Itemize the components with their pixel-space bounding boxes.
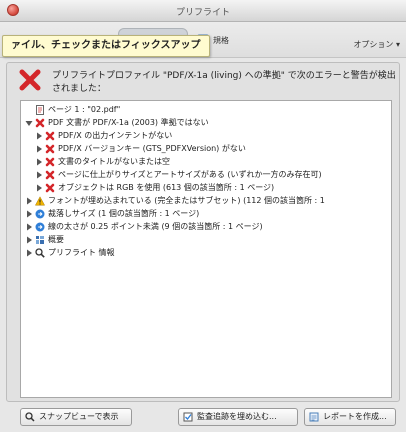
info-icon [35,209,45,219]
tree-row[interactable]: 線の太さが 0.25 ポイント未満 (9 個の該当箇所 : 1 ページ) [21,220,391,234]
tree-row[interactable]: PDF/X の出力インテントがない [21,129,391,143]
disclosure-collapsed-icon[interactable] [35,158,43,166]
tree-row-label: ページに仕上がりサイズとアートサイズがある (いずれか一方のみ存在可) [58,170,322,179]
tree-row[interactable]: フォントが埋め込まれている (完全またはサブセット) (112 個の該当箇所 :… [21,194,391,208]
tree-row-label: 裁落しサイズ (1 個の該当箇所 : 1 ページ) [48,209,200,218]
create-report-button[interactable]: レポートを作成... [304,408,396,426]
page-icon [36,105,44,115]
tree-row[interactable]: PDF/X バージョンキー (GTS_PDFXVersion) がない [21,142,391,156]
results-tree[interactable]: ページ 1 : "02.pdf" PDF 文書が PDF/X-1a (2003) … [20,100,392,398]
disclosure-collapsed-icon[interactable] [25,210,33,218]
overview-icon [36,236,44,244]
snap-view-button[interactable]: スナップビューで表示 [20,408,132,426]
tree-row[interactable]: プリフライト 情報 [21,246,391,260]
title-bar: プリフライト [0,0,406,22]
tree-row-label: PDF/X バージョンキー (GTS_PDFXVersion) がない [58,144,246,153]
tooltip: ァイル、チェックまたはフィックスアップ [2,35,210,57]
disclosure-collapsed-icon[interactable] [35,171,43,179]
error-icon [35,118,45,128]
disclosure-collapsed-icon[interactable] [35,184,43,192]
tree-row[interactable]: ページに仕上がりサイズとアートサイズがある (いずれか一方のみ存在可) [21,168,391,182]
disclosure-collapsed-icon[interactable] [25,223,33,231]
options-menu[interactable]: オプション ▾ [353,39,400,50]
tree-row-label: PDF 文書が PDF/X-1a (2003) 準拠ではない [48,118,209,127]
error-icon [45,170,55,180]
tree-row[interactable]: 文書のタイトルがないまたは空 [21,155,391,169]
tree-row-label: PDF/X の出力インテントがない [58,131,173,140]
info-icon [35,222,45,232]
disclosure-collapsed-icon[interactable] [35,145,43,153]
report-icon [309,412,319,422]
tree-row-label: 概要 [48,235,64,244]
tree-row-label: フォントが埋め込まれている (完全またはサブセット) (112 個の該当箇所 :… [48,196,325,205]
create-report-label: レポートを作成... [323,412,387,421]
tree-row-label: ページ 1 : "02.pdf" [48,105,121,114]
window-title: プリフライト [175,8,230,18]
toolbar: 規格 オプション ▾ ァイル、チェックまたはフィックスアップ [0,22,406,58]
preflight-info-icon [35,248,45,258]
tree-row[interactable]: PDF 文書が PDF/X-1a (2003) 準拠ではない [21,116,391,130]
snap-view-label: スナップビューで表示 [39,412,119,421]
tree-row[interactable]: ページ 1 : "02.pdf" [21,103,391,117]
audit-icon [183,412,193,422]
error-summary-icon [19,69,41,91]
embed-audit-button[interactable]: 監査追跡を埋め込む... [178,408,298,426]
tree-row[interactable]: 概要 [21,233,391,247]
summary-message: プリフライトプロファイル "PDF/X-1a (living) への準拠" で次… [52,71,396,94]
tree-row-label: プリフライト 情報 [48,248,115,257]
disclosure-collapsed-icon[interactable] [35,132,43,140]
magnifier-icon [25,412,35,422]
embed-audit-label: 監査追跡を埋め込む... [197,412,277,421]
tab-spec[interactable]: 規格 [213,35,229,46]
error-icon [45,157,55,167]
disclosure-expanded-icon[interactable] [25,119,33,127]
error-icon [45,183,55,193]
error-icon [45,144,55,154]
warning-icon [35,196,45,206]
tree-row-label: オブジェクトは RGB を使用 (613 個の該当箇所 : 1 ページ) [58,183,275,192]
disclosure-collapsed-icon[interactable] [25,236,33,244]
disclosure-collapsed-icon[interactable] [25,197,33,205]
tree-row-label: 文書のタイトルがないまたは空 [58,157,170,166]
tree-row-label: 線の太さが 0.25 ポイント未満 (9 個の該当箇所 : 1 ページ) [48,222,263,231]
tree-row[interactable]: オブジェクトは RGB を使用 (613 個の該当箇所 : 1 ページ) [21,181,391,195]
error-icon [45,131,55,141]
disclosure-collapsed-icon[interactable] [25,249,33,257]
tree-row[interactable]: 裁落しサイズ (1 個の該当箇所 : 1 ページ) [21,207,391,221]
